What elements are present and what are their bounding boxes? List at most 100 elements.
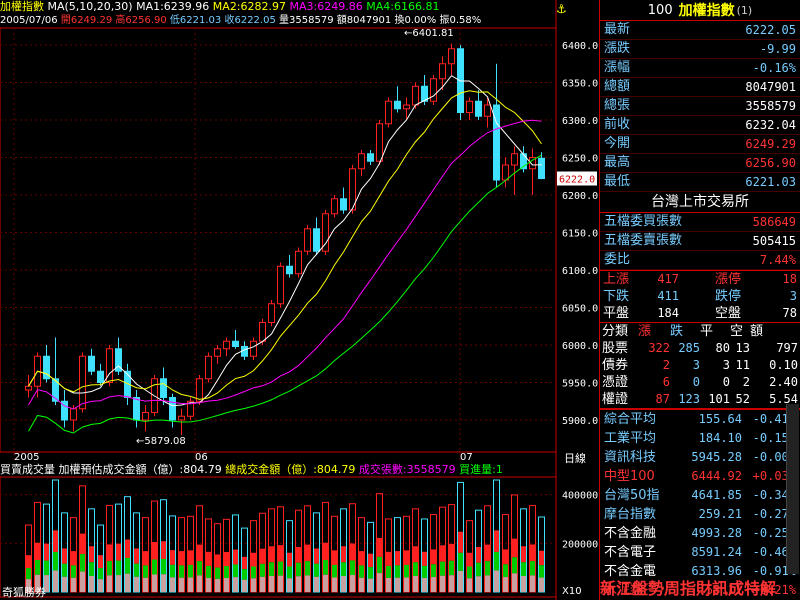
price-tick-label: 6000.0 [562, 341, 598, 352]
quote-row: 漲跌 -9.99 [600, 40, 800, 59]
candle-body [358, 153, 365, 170]
volume-bar-red [44, 543, 49, 561]
volume-bar-pink [71, 577, 76, 592]
index-value: 259.21 [698, 507, 742, 521]
null [679, 271, 715, 288]
volume-bar-red [224, 552, 229, 567]
candle-body [430, 78, 437, 102]
candle-body [97, 370, 104, 383]
ma2-value: MA2:6282.97 [212, 0, 287, 13]
volume-bar-pink [269, 575, 274, 592]
volume-bar-green [26, 568, 31, 580]
volume-bar-green [35, 559, 40, 575]
bar-open: 開6249.29 [60, 15, 113, 26]
index-row[interactable]: 不含電子 8591.24 -0.46% [600, 543, 800, 562]
breadth-value2: 78 [782, 306, 797, 320]
kline-chart-svg[interactable]: 6400.0 6350.0 6300.0 6250.0 6200.0 6150.0 6100… [0, 0, 598, 600]
candle-body [169, 397, 176, 421]
exchange-label: 五檔委買張數 [604, 214, 683, 229]
candle-body [250, 340, 257, 357]
volume-bar-pink [242, 579, 247, 592]
index-name: 台灣50指 [604, 488, 660, 503]
volume-bar-green [431, 564, 436, 578]
volume-bar-green [422, 565, 427, 578]
volume-bar-pink [332, 577, 337, 592]
kline-chart-area[interactable]: 6400.0 6350.0 6300.0 6250.0 6200.0 6150.0 6100… [0, 0, 598, 600]
volume-bar-pink [296, 576, 301, 592]
volume-bar-pink [458, 570, 463, 592]
volume-bar-green [314, 563, 319, 577]
candle-body [313, 228, 320, 252]
volume-bar-red [152, 541, 157, 560]
index-row[interactable]: 資訊科技 5945.28 -0.00% [600, 448, 800, 467]
index-list-scrollbar[interactable] [786, 404, 799, 574]
volume-bar-red [197, 544, 202, 562]
volume-bar-pink [440, 575, 445, 592]
exchange-label: 委比 [604, 252, 631, 267]
quote-value: 6256.90 [745, 156, 796, 170]
volume-bar-pink [350, 575, 355, 592]
breadth-row: 下跌 411 跌停 3 [600, 288, 800, 305]
category-cell: 3 [692, 358, 700, 372]
volume-bar-red [53, 530, 58, 552]
index-row[interactable]: 工業平均 184.10 -0.15% [600, 429, 800, 448]
category-table: 分類漲跌平空額股票 322 285 80 13 797 債券 2 3 3 11 0.10 憑證 6 0 0 2 2… [600, 322, 800, 408]
exchange-row: 五檔委買張數 586649 [600, 213, 800, 232]
category-cell: 0.10 [769, 358, 798, 372]
volume-bar-green [305, 561, 310, 576]
index-row[interactable]: 摩台指數 259.21 -0.27% [600, 505, 800, 524]
volume-bar-pink [188, 577, 193, 592]
category-cell: 123 [678, 392, 700, 406]
volume-bar-red [323, 542, 328, 560]
volume-bar-red [269, 546, 274, 563]
volume-bar-pink [539, 577, 544, 592]
price-tick-label: 6050.0 [562, 304, 598, 315]
bar-low: 低6221.03 [169, 15, 222, 26]
breadth-value: 417 [657, 272, 679, 286]
volume-bar-green [359, 565, 364, 578]
volume-bar-pink [260, 576, 265, 592]
price-tick-label: 6150.0 [562, 229, 598, 240]
volume-bar-green [98, 568, 103, 580]
index-row[interactable]: 不含金融 4993.28 -0.25% [600, 524, 800, 543]
candle-body [394, 100, 401, 110]
volume-bar-red [287, 552, 292, 567]
news-ticker[interactable]: 新江盤勢周指財訊成特解 [600, 578, 800, 600]
anchor-icon[interactable]: ⚓ [556, 2, 567, 16]
volume-bar-red [206, 551, 211, 566]
volume-bar-green [458, 552, 463, 571]
ma-line-ma3 [28, 119, 542, 410]
category-header: 分類漲 跌 平 空額 [600, 323, 800, 340]
ma3-value: MA3:6249.86 [289, 0, 363, 13]
volume-bar-red [368, 553, 373, 568]
price-tick-label: 6300.0 [562, 116, 598, 127]
index-row[interactable]: 台灣50指 4641.85 -0.34% [600, 486, 800, 505]
candle-body [88, 355, 95, 372]
breadth-value2: 3 [789, 289, 797, 303]
volume-bar-pink [89, 575, 94, 592]
bar-high: 高6256.90 [115, 15, 167, 26]
volume-bar-pink [53, 570, 58, 592]
index-name: 不含金融 [604, 526, 657, 541]
volume-bar-pink [197, 575, 202, 592]
volume-bar-green [404, 564, 409, 578]
volume-bar-red [125, 539, 130, 558]
index-row[interactable]: 中型100 6444.92 +0.03% [600, 467, 800, 486]
volume-bar-pink [224, 578, 229, 592]
volume-bar-green [476, 562, 481, 577]
index-value: 184.10 [698, 431, 742, 445]
candle-body [160, 378, 167, 398]
price-tick-label: 6400.0 [562, 41, 598, 52]
volume-bar-pink [233, 577, 238, 592]
index-row[interactable]: 綜合平均 155.64 -0.41% [600, 410, 800, 429]
volume-bar-green [296, 562, 301, 577]
category-cell: 87 [655, 392, 670, 406]
volume-bar-green [521, 562, 526, 576]
quote-code: 100 [647, 2, 673, 18]
volume-bar-red [539, 550, 544, 566]
category-header-cell: 額 [750, 324, 764, 339]
volume-bar-red [512, 538, 517, 558]
volume-bar-green [233, 564, 238, 578]
volume-bar-pink [467, 578, 472, 592]
volume-bar-red [503, 549, 508, 565]
